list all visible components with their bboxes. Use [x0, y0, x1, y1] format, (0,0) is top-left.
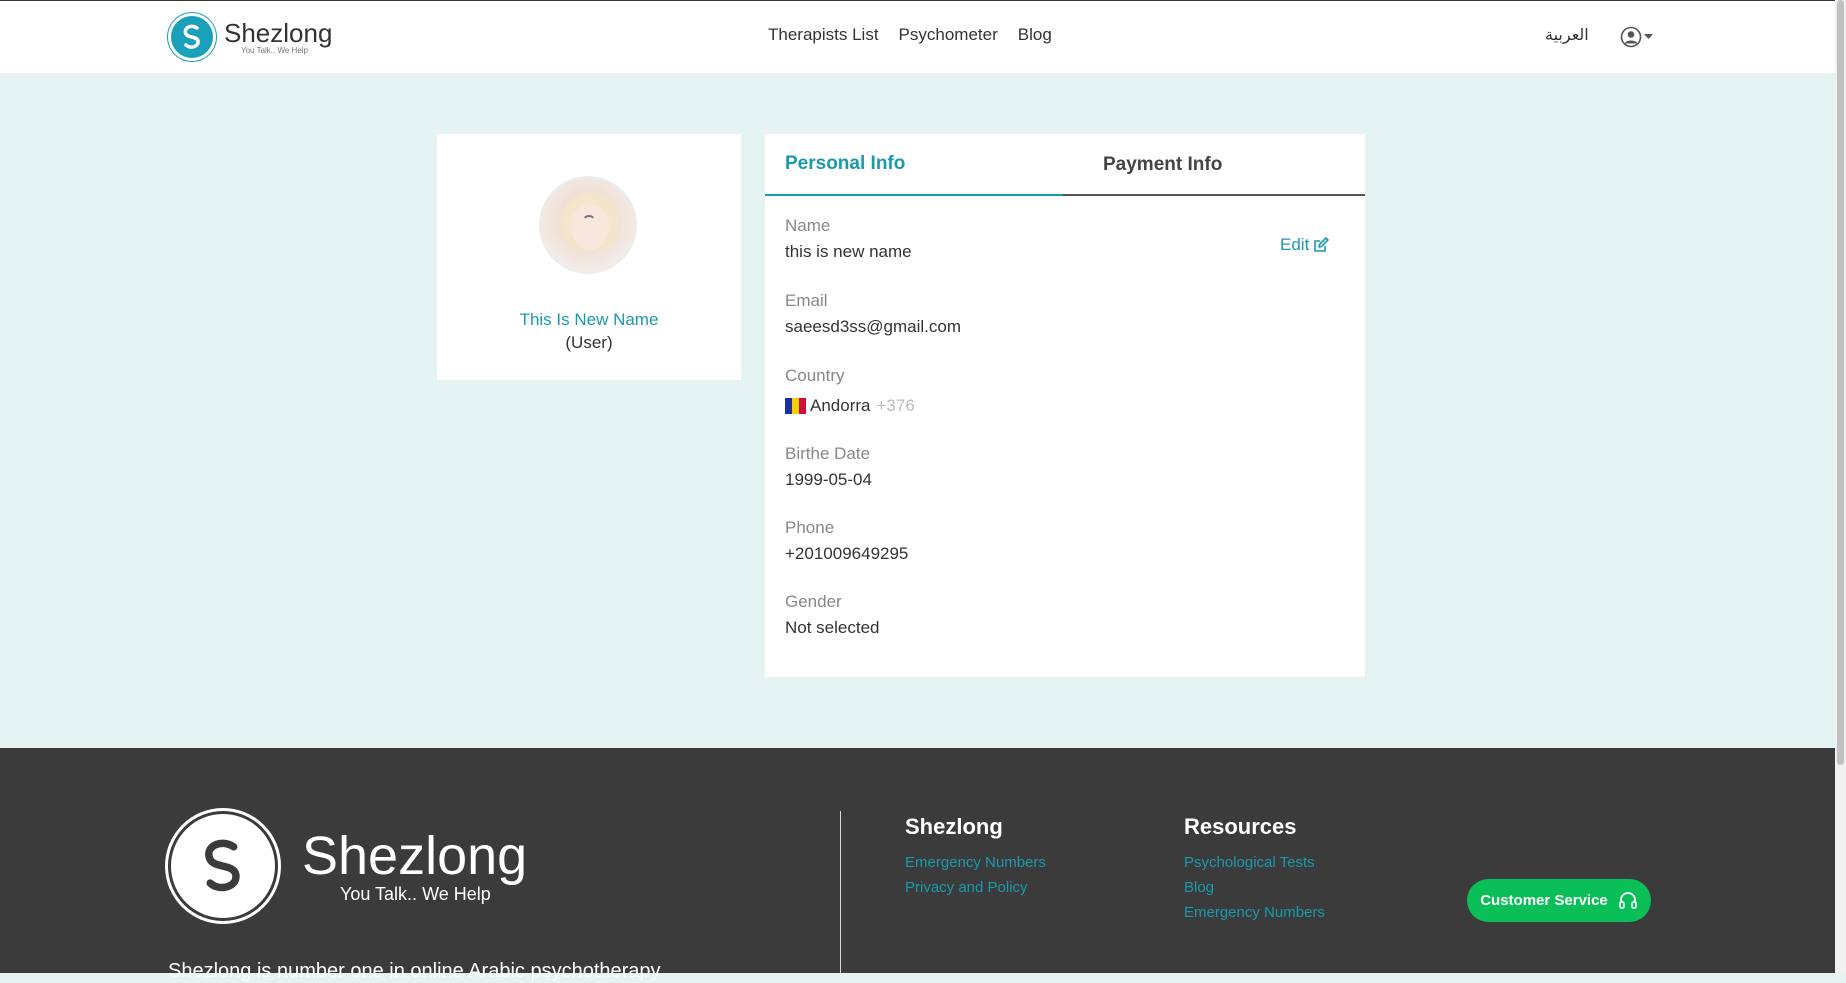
customer-service-label: Customer Service — [1480, 892, 1608, 909]
scrollbar-thumb[interactable] — [1837, 0, 1844, 765]
brand-logo[interactable]: Shezlong You Talk.. We Help — [168, 13, 332, 61]
footer-logo-icon — [168, 811, 278, 921]
main-nav: Therapists List Psychometer Blog — [768, 25, 1052, 45]
country-dial-code: +376 — [876, 396, 915, 415]
info-tabs: Personal Info Payment Info — [765, 134, 1365, 196]
footer-link-privacy-policy[interactable]: Privacy and Policy — [905, 879, 1046, 896]
brand-name: Shezlong — [224, 17, 333, 48]
edit-label: Edit — [1280, 235, 1310, 254]
nav-therapists-list[interactable]: Therapists List — [768, 25, 879, 45]
user-menu-button[interactable] — [1620, 26, 1653, 48]
footer-link-psychological-tests[interactable]: Psychological Tests — [1184, 854, 1325, 871]
country-label: Country — [785, 366, 845, 385]
footer-description: Shezlong is number one in online Arabic … — [168, 960, 661, 982]
profile-role: (User) — [565, 333, 613, 352]
name-value: this is new name — [785, 242, 912, 261]
andorra-flag-icon — [785, 398, 806, 414]
footer-tagline: You Talk.. We Help — [340, 883, 491, 904]
gender-label: Gender — [785, 592, 842, 611]
field-email: Email saeesd3ss@gmail.com — [785, 291, 961, 337]
page-scrollbar[interactable] — [1835, 0, 1846, 973]
edit-icon — [1314, 237, 1330, 252]
tab-personal-info[interactable]: Personal Info — [765, 134, 1063, 196]
info-card: Personal Info Payment Info Edit Name thi… — [765, 134, 1365, 677]
email-value: saeesd3ss@gmail.com — [785, 317, 961, 336]
birth-date-value: 1999-05-04 — [785, 470, 872, 489]
loading-spinner-icon — [582, 215, 596, 229]
brand-tagline: You Talk.. We Help — [241, 45, 309, 55]
logo-icon — [168, 13, 216, 61]
email-label: Email — [785, 291, 828, 310]
footer-brand-name: Shezlong — [302, 825, 528, 886]
nav-blog[interactable]: Blog — [1018, 25, 1052, 45]
profile-avatar[interactable] — [539, 176, 637, 274]
footer-logo[interactable]: Shezlong You Talk.. We Help — [168, 811, 527, 921]
field-gender: Gender Not selected — [785, 592, 880, 638]
field-country: Country Andorra +376 — [785, 366, 915, 416]
name-label: Name — [785, 216, 831, 235]
user-avatar-icon — [1620, 26, 1642, 48]
headset-icon — [1618, 891, 1637, 909]
gender-value: Not selected — [785, 618, 880, 637]
country-value: Andorra — [810, 396, 871, 415]
tab-payment-info[interactable]: Payment Info — [1083, 134, 1363, 196]
footer-col1-title: Shezlong — [905, 814, 1003, 839]
language-switch[interactable]: العربية — [1545, 25, 1589, 45]
birth-date-label: Birthe Date — [785, 444, 871, 463]
phone-value: +201009649295 — [785, 544, 909, 563]
footer-link-emergency-numbers-2[interactable]: Emergency Numbers — [1184, 904, 1325, 921]
profile-display-name: This Is New Name — [519, 310, 659, 329]
footer-column-resources: Resources Psychological Tests Blog Emerg… — [1184, 814, 1325, 929]
footer-link-emergency-numbers[interactable]: Emergency Numbers — [905, 854, 1046, 871]
edit-button[interactable]: Edit — [1280, 235, 1330, 255]
field-birth-date: Birthe Date 1999-05-04 — [785, 444, 872, 490]
nav-psychometer[interactable]: Psychometer — [899, 25, 998, 45]
caret-down-icon — [1644, 34, 1653, 39]
site-footer: Shezlong You Talk.. We Help Shezlong is … — [0, 748, 1835, 982]
field-name: Name this is new name — [785, 216, 912, 262]
footer-divider — [840, 811, 841, 973]
footer-col2-title: Resources — [1184, 814, 1297, 839]
profile-card: This Is New Name (User) — [437, 134, 741, 380]
phone-label: Phone — [785, 518, 835, 537]
field-phone: Phone +201009649295 — [785, 518, 908, 564]
footer-link-blog[interactable]: Blog — [1184, 879, 1325, 896]
footer-column-shezlong: Shezlong Emergency Numbers Privacy and P… — [905, 814, 1046, 904]
customer-service-button[interactable]: Customer Service — [1467, 879, 1651, 922]
top-header: Shezlong You Talk.. We Help Therapists L… — [0, 0, 1835, 73]
